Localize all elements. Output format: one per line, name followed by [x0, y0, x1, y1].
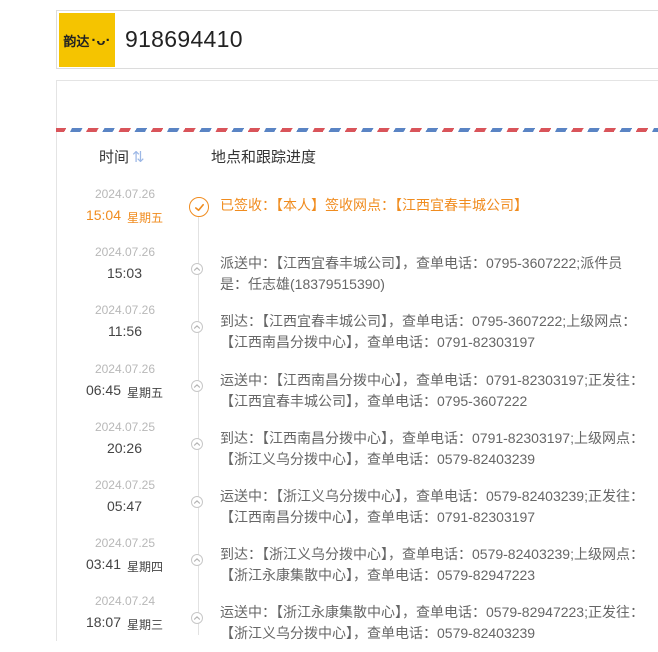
event-description: 运送中：【江西南昌分拨中心】，查单电话：0791-82303197;正发往：【江… — [220, 371, 644, 409]
event-weekday: 星期四 — [127, 560, 164, 575]
timeline-event: 2024.07.25 20:26 到达：【江西南昌分拨中心】，查单电话：0791-8… — [0, 420, 658, 478]
chevron-up-icon — [191, 554, 203, 567]
location-column-header: 地点和跟踪进度 — [211, 149, 317, 166]
timeline-event: 2024.07.26 15:03 派送中：【江西宜春丰城公司】，查单电话：0795-… — [0, 245, 658, 303]
event-description: 已签收：【本人】签收网点：【江西宜春丰城公司】 — [220, 197, 528, 213]
event-description: 到达：【江西南昌分拨中心】，查单电话：0791-82303197;上级网点：【浙… — [220, 429, 644, 467]
airmail-stripe — [56, 128, 658, 132]
event-date: 2024.07.26 — [94, 361, 155, 376]
tracking-header: 韵达 ·ᴗ· 918694410 — [56, 10, 658, 69]
event-time: 06:45 — [85, 381, 121, 398]
event-time: 11:56 — [108, 323, 142, 340]
event-date: 2024.07.26 — [94, 187, 155, 201]
chevron-up-icon — [191, 496, 203, 508]
smile-icon: ·ᴗ· — [91, 31, 111, 49]
timeline-event: 2024.07.25 05:47 运送中：【浙江义乌分拨中心】，查单电话：0579-… — [0, 478, 658, 536]
event-description: 派送中：【江西宜春丰城公司】，查单电话：0795-3607222;派件员是：任志… — [220, 255, 623, 293]
event-description: 到达：【江西宜春丰城公司】，查单电话：0795-3607222;上级网点：【江西… — [220, 313, 637, 351]
event-weekday: 星期五 — [127, 211, 164, 225]
event-description: 运送中：【浙江永康集散中心】，查单电话：0579-82947223;正发往：【浙… — [220, 604, 644, 642]
event-description: 到达：【浙江义乌分拨中心】，查单电话：0579-82403239;上级网点：【浙… — [220, 546, 644, 584]
event-weekday: 星期五 — [127, 385, 164, 400]
event-description: 运送中：【浙江义乌分拨中心】，查单电话：0579-82403239;正发往：【江… — [220, 488, 644, 525]
logo-text: 韵达 — [63, 33, 90, 49]
event-date: 2024.07.25 — [94, 536, 155, 551]
event-time: 15:04 — [85, 207, 121, 223]
event-time: 03:41 — [85, 556, 121, 573]
timeline-event: 2024.07.26 11:56 到达：【江西宜春丰城公司】，查单电话：0795-3… — [0, 303, 658, 361]
event-date: 2024.07.26 — [94, 245, 155, 260]
event-date: 2024.07.26 — [94, 303, 155, 318]
event-time: 05:47 — [106, 498, 142, 514]
timeline-event: 2024.07.26 06:45 星期五 运送中：【江西南昌分拨中心】，查单电话：07… — [0, 362, 658, 420]
event-date: 2024.07.25 — [94, 478, 155, 492]
event-time: 15:03 — [106, 265, 142, 282]
event-date: 2024.07.25 — [94, 419, 155, 434]
event-time: 18:07 — [85, 614, 121, 631]
chevron-up-icon — [191, 379, 203, 392]
timeline-event: 2024.07.25 03:41 星期四 到达：【浙江义乌分拨中心】，查单电话：057… — [0, 536, 658, 594]
chevron-up-icon — [191, 437, 203, 450]
yunda-logo: 韵达 ·ᴗ· — [59, 13, 115, 67]
tracking-number: 918694410 — [125, 26, 243, 52]
check-circle-icon — [189, 197, 209, 217]
time-column-label: 时间 — [99, 149, 130, 166]
timeline-event: 2024.07.26 15:04 星期五 已签收：【本人】签收网点：【江西宜春丰城公司… — [0, 187, 658, 245]
event-date: 2024.07.24 — [94, 594, 155, 609]
chevron-up-icon — [191, 263, 203, 276]
sort-icon[interactable]: ⇅ — [132, 149, 145, 166]
chevron-up-icon — [191, 612, 203, 625]
timeline-event: 2024.07.24 18:07 星期三 运送中：【浙江永康集散中心】，查单电话：05… — [0, 594, 658, 652]
chevron-up-icon — [191, 321, 203, 334]
time-column-header[interactable]: 时间 ⇅ — [99, 146, 145, 167]
event-time: 20:26 — [106, 439, 142, 456]
